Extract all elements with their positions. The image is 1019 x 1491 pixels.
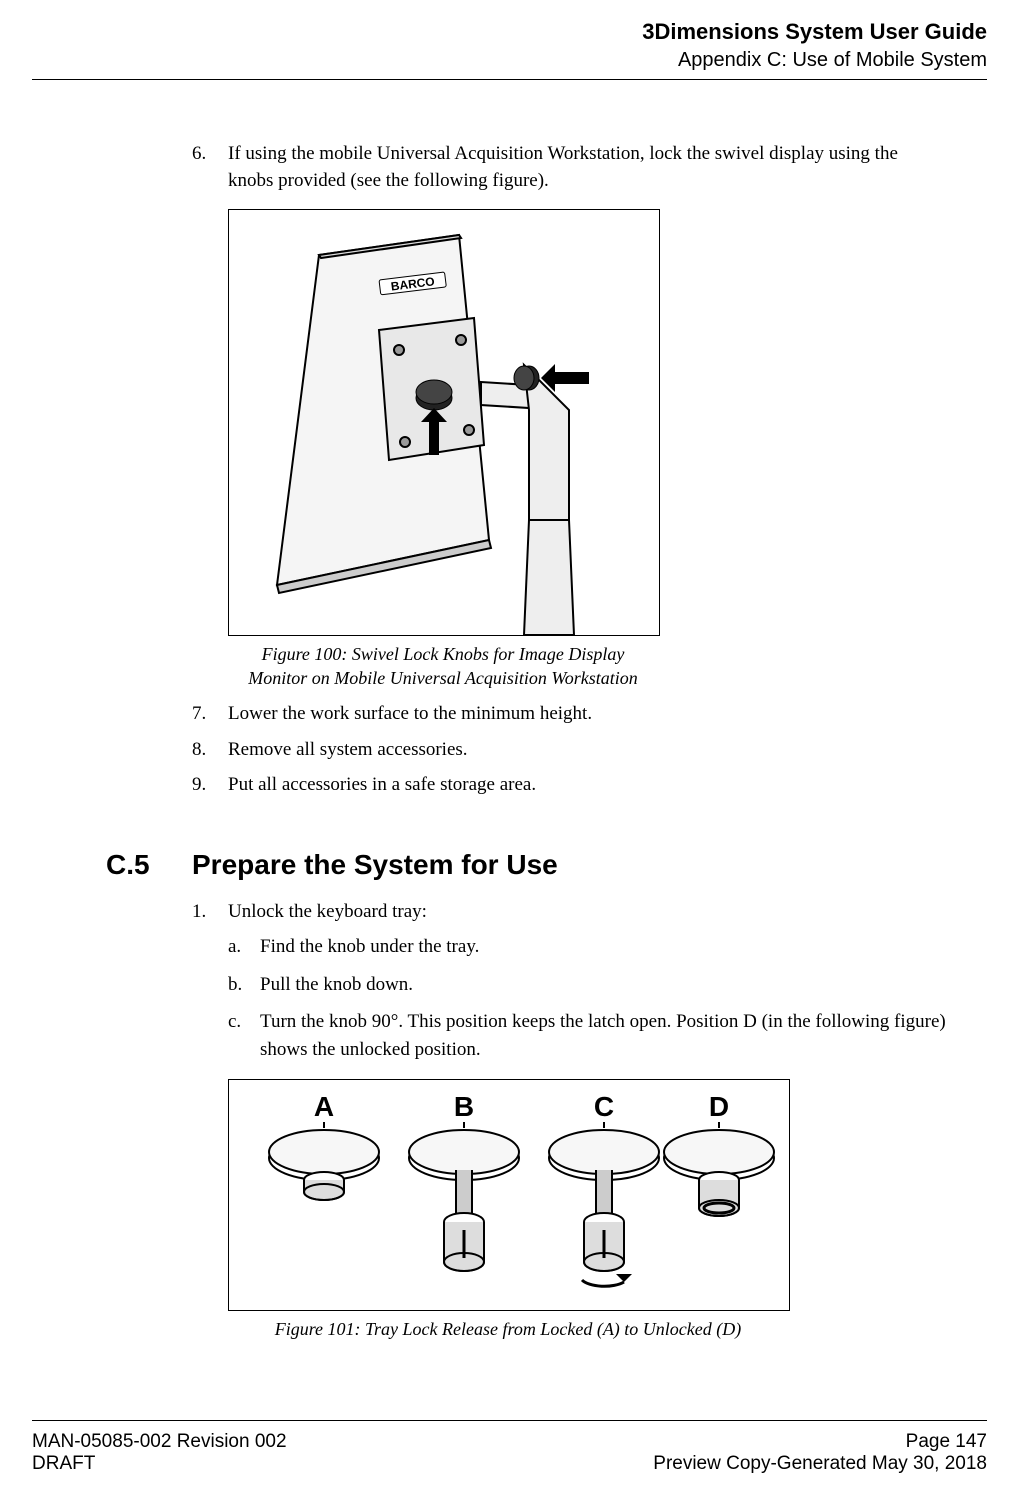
substep-letter: c. (228, 1008, 260, 1063)
footer-rule (32, 1420, 987, 1421)
step-text: Unlock the keyboard tray: (228, 898, 947, 926)
step-text: Remove all system accessories. (228, 736, 947, 764)
figure-101: A B C D (228, 1079, 947, 1341)
gen-date: Preview Copy-Generated May 30, 2018 (653, 1453, 987, 1475)
page-header: 3Dimensions System User Guide Appendix C… (32, 18, 987, 73)
doc-number: MAN-05085-002 Revision 002 (32, 1431, 287, 1453)
section-number: C.5 (106, 845, 192, 886)
substep-b: b. Pull the knob down. (228, 971, 947, 999)
doc-status: DRAFT (32, 1453, 287, 1475)
doc-title: 3Dimensions System User Guide (32, 18, 987, 47)
step-6: 6. If using the mobile Universal Acquisi… (192, 140, 947, 195)
header-rule (32, 79, 987, 80)
figure-100-image: BARCO (228, 209, 660, 636)
tray-lock-illustration: A B C D (229, 1080, 789, 1310)
substep-a: a. Find the knob under the tray. (228, 933, 947, 961)
figure-100: BARCO (228, 209, 947, 691)
monitor-mount-illustration: BARCO (229, 210, 659, 635)
step-9: 9. Put all accessories in a safe storage… (192, 771, 947, 799)
substep-text: Turn the knob 90°. This position keeps t… (260, 1008, 947, 1063)
substep-c: c. Turn the knob 90°. This position keep… (228, 1008, 947, 1063)
step-number: 6. (192, 140, 228, 195)
figure-101-image: A B C D (228, 1079, 790, 1311)
substep-text: Pull the knob down. (260, 971, 947, 999)
section-title: Prepare the System for Use (192, 845, 558, 886)
step-number: 1. (192, 898, 228, 926)
step-number: 8. (192, 736, 228, 764)
step-8: 8. Remove all system accessories. (192, 736, 947, 764)
figure-100-caption: Figure 100: Swivel Lock Knobs for Image … (228, 642, 658, 691)
doc-subtitle: Appendix C: Use of Mobile System (32, 47, 987, 73)
label-b: B (454, 1091, 474, 1122)
step-text: Put all accessories in a safe storage ar… (228, 771, 947, 799)
step-number: 9. (192, 771, 228, 799)
substep-letter: b. (228, 971, 260, 999)
step-7: 7. Lower the work surface to the minimum… (192, 700, 947, 728)
label-c: C (594, 1091, 614, 1122)
page-number: Page 147 (653, 1431, 987, 1453)
footer-right: Page 147 Preview Copy-Generated May 30, … (653, 1431, 987, 1475)
step-text: If using the mobile Universal Acquisitio… (228, 140, 947, 195)
page-content: 6. If using the mobile Universal Acquisi… (32, 140, 987, 1342)
step-text: Lower the work surface to the minimum he… (228, 700, 947, 728)
label-a: A (314, 1091, 334, 1122)
footer-left: MAN-05085-002 Revision 002 DRAFT (32, 1431, 287, 1475)
rotate-arrow-icon (582, 1280, 624, 1286)
substep-letter: a. (228, 933, 260, 961)
step-number: 7. (192, 700, 228, 728)
figure-101-caption: Figure 101: Tray Lock Release from Locke… (228, 1317, 788, 1341)
section-heading: C.5 Prepare the System for Use (106, 845, 947, 886)
step-1: 1. Unlock the keyboard tray: (192, 898, 947, 926)
page-footer: MAN-05085-002 Revision 002 DRAFT Page 14… (32, 1431, 987, 1475)
substep-text: Find the knob under the tray. (260, 933, 947, 961)
label-d: D (709, 1091, 729, 1122)
